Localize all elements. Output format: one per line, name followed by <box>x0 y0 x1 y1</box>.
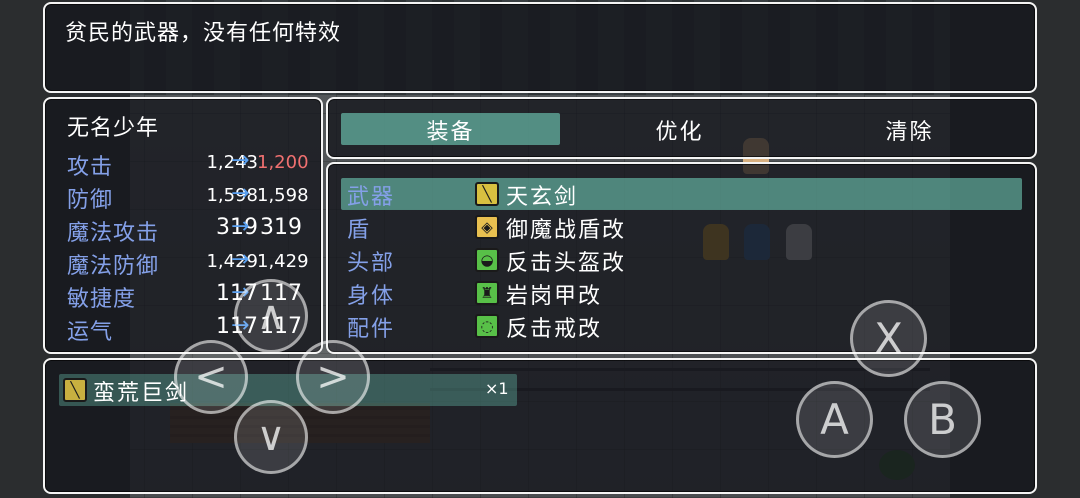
slot-item-name: 反击戒改 <box>506 317 603 342</box>
param-new-value: 1,429 <box>257 251 309 272</box>
slot-name: 身体 <box>347 284 396 309</box>
command-equip[interactable]: 装备 <box>341 114 560 146</box>
sword-icon: ╲ <box>475 182 499 206</box>
param-new-value: 319 <box>260 215 302 240</box>
actor-name: 无名少年 <box>67 116 160 141</box>
chevron-left-icon: < <box>194 354 228 400</box>
equip-slot-window: 武器 ╲ 天玄剑 盾 ◈ 御魔战盾改 头部 ◒ 反击头盔改 身体 ♜ 岩岗甲改 … <box>326 162 1037 354</box>
dpad-right-button[interactable]: > <box>296 340 370 414</box>
param-label: 攻击 <box>67 155 114 180</box>
param-label: 魔法攻击 <box>67 221 160 246</box>
param-label: 防御 <box>67 188 114 213</box>
slot-name: 盾 <box>347 218 372 243</box>
slot-cursor <box>341 178 1022 210</box>
chevron-up-icon: ∧ <box>256 293 286 339</box>
command-window: 装备 优化 清除 <box>326 97 1037 159</box>
helmet-icon: ◒ <box>475 248 499 272</box>
armor-icon: ♜ <box>475 281 499 305</box>
shield-icon: ◈ <box>475 215 499 239</box>
x-button-label: X <box>874 314 903 363</box>
chevron-right-icon: > <box>316 354 350 400</box>
slot-item-name: 反击头盔改 <box>506 251 627 276</box>
help-window: 贫民的武器，没有任何特效 <box>43 2 1037 93</box>
param-label: 运气 <box>67 320 114 345</box>
dpad-down-button[interactable]: ∨ <box>234 400 308 474</box>
slot-name: 配件 <box>347 317 396 342</box>
slot-item-name: 岩岗甲改 <box>506 284 603 309</box>
param-label: 敏捷度 <box>67 287 137 312</box>
slot-item-name: 天玄剑 <box>506 185 579 210</box>
command-optimize[interactable]: 优化 <box>570 114 789 146</box>
command-clear[interactable]: 清除 <box>800 114 1019 146</box>
param-label: 魔法防御 <box>67 254 160 279</box>
help-text: 贫民的武器，没有任何特效 <box>65 21 342 46</box>
chevron-down-icon: ∨ <box>256 414 286 460</box>
param-new-value: 1,200 <box>257 152 309 173</box>
param-new-value: 1,598 <box>257 185 309 206</box>
dpad-up-button[interactable]: ∧ <box>234 279 308 353</box>
a-button-label: A <box>820 395 849 444</box>
slot-item-name: 御魔战盾改 <box>506 218 627 243</box>
slot-name: 武器 <box>347 185 396 210</box>
a-button[interactable]: A <box>796 381 873 458</box>
b-button-label: B <box>928 395 957 444</box>
slot-name: 头部 <box>347 251 396 276</box>
sword-icon: ╲ <box>63 378 87 402</box>
ring-icon: ◌ <box>475 314 499 338</box>
b-button[interactable]: B <box>904 381 981 458</box>
x-button[interactable]: X <box>850 300 927 377</box>
item-count: ×1 <box>485 379 509 398</box>
dpad-left-button[interactable]: < <box>174 340 248 414</box>
